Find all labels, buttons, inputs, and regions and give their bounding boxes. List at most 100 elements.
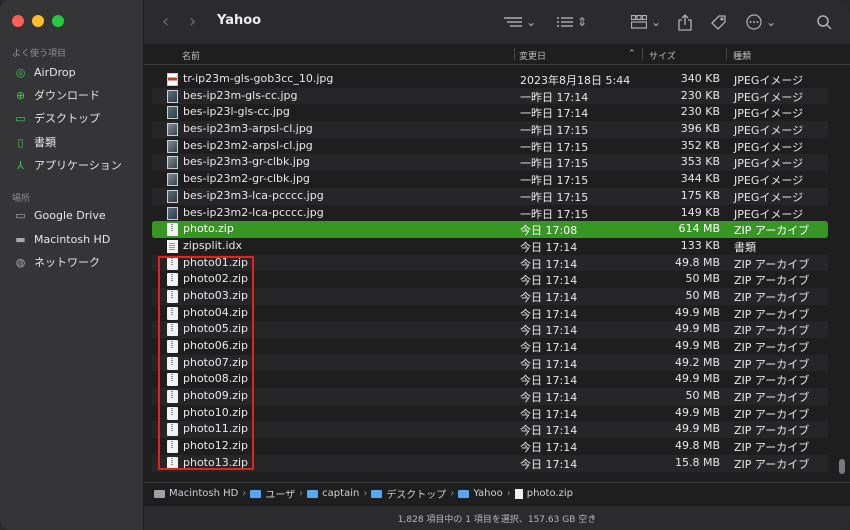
file-kind: ZIP アーカイブ — [734, 391, 810, 405]
file-kind: ZIP アーカイブ — [734, 290, 810, 304]
file-row[interactable]: bes-ip23m2-gr-clbk.jpg 一昨日 17:15 344 KB JPE… — [152, 171, 828, 188]
file-date: 今日 17:14 — [520, 257, 578, 271]
file-row[interactable]: photo09.zip 今日 17:14 50 MB ZIP アーカイブ — [152, 388, 828, 405]
file-size: 614 MB — [678, 222, 720, 236]
share-button[interactable] — [678, 12, 692, 32]
file-date: 今日 17:14 — [520, 407, 578, 421]
file-date: 今日 17:14 — [520, 290, 578, 304]
file-row[interactable]: bes-ip23m3-gr-clbk.jpg 一昨日 17:15 353 KB JPE… — [152, 154, 828, 172]
column-kind[interactable]: 種類 — [733, 49, 751, 62]
file-size: 344 KB — [680, 172, 720, 186]
column-name[interactable]: 名前 — [182, 49, 200, 62]
file-row[interactable]: photo02.zip 今日 17:14 50 MB ZIP アーカイブ — [152, 271, 828, 288]
file-name: tr-ip23m-gls-gob3cc_10.jpg — [183, 72, 334, 85]
path-item[interactable]: Macintosh HD — [154, 488, 238, 499]
file-row[interactable]: photo08.zip 今日 17:14 49.9 MB ZIP アーカイブ — [152, 371, 828, 388]
sidebar-item-applications[interactable]: ⅄ アプリケーション — [14, 155, 139, 175]
sidebar-item-desktop[interactable]: ▭ デスクトップ — [14, 108, 139, 128]
file-date: 今日 17:14 — [520, 274, 578, 288]
forward-button[interactable]: › — [189, 11, 196, 32]
status-bar: 1,828 項目中の 1 項目を選択、157.63 GB 空き — [144, 505, 850, 530]
column-header: 名前 変更日 ⌃ サイズ 種類 — [144, 44, 850, 65]
sidebar-item-label: ダウンロード — [34, 89, 100, 102]
scrollbar-thumb[interactable] — [839, 459, 845, 474]
desktop-icon: ▭ — [15, 111, 26, 125]
column-size[interactable]: サイズ — [649, 49, 676, 62]
file-kind: JPEGイメージ — [734, 174, 804, 188]
file-row[interactable]: photo06.zip 今日 17:14 49.9 MB ZIP アーカイブ — [152, 338, 828, 355]
list-view-button[interactable]: ⌄ — [504, 12, 536, 32]
file-name: bes-ip23m2-lca-pcccc.jpg — [183, 205, 324, 219]
close-button[interactable] — [12, 15, 24, 27]
file-row[interactable]: bes-ip23m2-arpsl-cl.jpg 一昨日 17:15 352 KB JP… — [152, 138, 828, 155]
minimize-button[interactable] — [32, 15, 44, 27]
sidebar-item-label: Macintosh HD — [34, 232, 111, 246]
search-button[interactable] — [817, 12, 832, 32]
file-row[interactable]: bes-ip23m3-arpsl-cl.jpg 一昨日 17:15 396 KB JP… — [152, 121, 828, 138]
file-name: photo01.zip — [183, 255, 249, 269]
column-divider[interactable] — [514, 48, 515, 60]
file-row[interactable]: photo04.zip 今日 17:14 49.9 MB ZIP アーカイブ — [152, 305, 828, 322]
path-item[interactable]: ユーザ — [250, 486, 295, 501]
file-row[interactable]: photo13.zip 今日 17:14 15.8 MB ZIP アーカイブ — [152, 454, 828, 472]
folder-icon — [458, 489, 470, 498]
file-date: 一昨日 17:15 — [520, 140, 589, 154]
more-button[interactable]: ⌄ — [746, 12, 776, 32]
file-row[interactable]: photo07.zip 今日 17:14 49.2 MB ZIP アーカイブ — [152, 354, 828, 372]
sidebar-section-locations: 場所 — [12, 194, 31, 204]
sidebar-item-downloads[interactable]: ⊕ ダウンロード — [14, 85, 139, 105]
sidebar-item-documents[interactable]: ▯ 書類 — [14, 132, 139, 152]
sidebar: よく使う項目 ◎ AirDrop ⊕ ダウンロード ▭ デスクトップ ▯ 書類 … — [0, 0, 144, 530]
file-row[interactable]: bes-ip23l-gls-cc.jpg 一昨日 17:14 230 KB JPEGイ… — [152, 104, 828, 121]
sort-arrows-icon: ⇕ — [577, 15, 588, 29]
file-name: photo13.zip — [183, 455, 249, 469]
file-name: bes-ip23m3-gr-clbk.jpg — [183, 155, 310, 169]
file-row[interactable]: bes-ip23m2-lca-pcccc.jpg 一昨日 17:15 149 KB J… — [152, 205, 828, 222]
column-divider[interactable] — [642, 48, 643, 60]
file-name: zipsplit.idx — [183, 238, 242, 252]
path-label: captain — [322, 488, 360, 499]
file-date: 今日 17:14 — [520, 240, 578, 254]
scrollbar[interactable] — [838, 66, 846, 478]
path-label: デスクトップ — [386, 490, 447, 501]
file-row[interactable]: tr-ip23m-gls-gob3cc_10.jpg 2023年8月18日 5:4… — [152, 71, 828, 88]
file-row[interactable]: photo03.zip 今日 17:14 50 MB ZIP アーカイブ — [152, 287, 828, 305]
sidebar-item-macintosh-hd[interactable]: ▬ Macintosh HD — [14, 229, 139, 249]
file-name: photo11.zip — [183, 422, 249, 436]
gallery-view-button[interactable]: ⌄ — [631, 12, 661, 32]
tag-icon — [711, 14, 726, 30]
file-row[interactable]: photo11.zip 今日 17:14 49.9 MB ZIP アーカイブ — [152, 421, 828, 439]
file-row[interactable]: photo10.zip 今日 17:14 49.9 MB ZIP アーカイブ — [152, 405, 828, 422]
file-size: 133 KB — [680, 238, 720, 252]
column-divider[interactable] — [726, 48, 727, 60]
file-kind: ZIP アーカイブ — [734, 324, 810, 338]
group-button[interactable]: ⇕ — [557, 12, 587, 32]
sidebar-item-google-drive[interactable]: ▭ Google Drive — [14, 205, 139, 225]
file-size: 353 KB — [680, 155, 720, 169]
back-button[interactable]: ‹ — [162, 11, 169, 32]
file-row[interactable]: photo.zip 今日 17:08 614 MB ZIP アーカイブ — [152, 221, 828, 238]
file-name: photo06.zip — [183, 339, 249, 352]
path-item[interactable]: photo.zip — [514, 488, 573, 499]
sidebar-item-network[interactable]: ◍ ネットワーク — [14, 252, 139, 272]
group-icon — [557, 17, 573, 27]
path-item[interactable]: captain — [307, 488, 359, 499]
file-row[interactable]: photo05.zip 今日 17:14 49.9 MB ZIP アーカイブ — [152, 321, 828, 338]
zip-file-icon — [167, 323, 178, 337]
file-size: 49.9 MB — [674, 305, 720, 319]
file-size: 230 KB — [680, 88, 720, 102]
file-row[interactable]: photo12.zip 今日 17:14 49.8 MB ZIP アーカイブ — [152, 438, 828, 455]
column-date[interactable]: 変更日 — [519, 49, 546, 62]
path-item[interactable]: デスクトップ — [371, 486, 446, 501]
harddisk-icon: ▬ — [15, 232, 26, 246]
file-row[interactable]: bes-ip23m3-lca-pcccc.jpg 一昨日 17:15 175 KB J… — [152, 187, 828, 205]
file-row[interactable]: photo01.zip 今日 17:14 49.8 MB ZIP アーカイブ — [152, 254, 828, 272]
tag-button[interactable] — [710, 12, 727, 32]
chevron-down-icon: ⌄ — [526, 15, 537, 29]
file-row[interactable]: bes-ip23m-gls-cc.jpg 一昨日 17:14 230 KB JPEGイ… — [152, 87, 828, 105]
file-kind: JPEGイメージ — [734, 107, 804, 121]
path-item[interactable]: Yahoo — [458, 488, 503, 499]
file-row[interactable]: zipsplit.idx 今日 17:14 133 KB 書類 — [152, 238, 828, 255]
fullscreen-button[interactable] — [52, 15, 64, 27]
sidebar-item-airdrop[interactable]: ◎ AirDrop — [14, 62, 139, 82]
